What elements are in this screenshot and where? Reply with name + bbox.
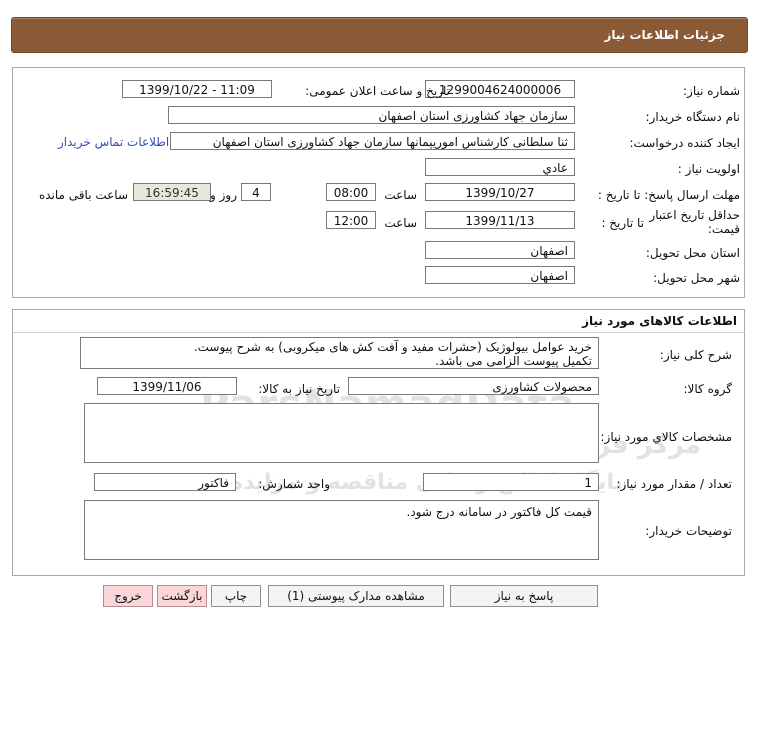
price-validity-label: حداقل تاریخ اعتبار قیمت: bbox=[649, 208, 740, 236]
delivery-city-label: شهر محل تحویل: bbox=[653, 271, 740, 285]
back-button[interactable]: بازگشت bbox=[157, 585, 207, 607]
reply-deadline-time-label: ساعت bbox=[384, 188, 417, 202]
need-date-label: تاریخ نیاز به کالا: bbox=[258, 382, 340, 396]
buyer-contact-link[interactable]: اطلاعات تماس خریدار bbox=[58, 135, 169, 149]
requester-field[interactable]: ثنا سلطانی کارشناس اموریپمانها سازمان جه… bbox=[170, 132, 575, 150]
buyer-org-label: نام دستگاه خریدار: bbox=[645, 110, 741, 124]
announce-datetime-label: تاریخ و ساعت اعلان عمومی: bbox=[305, 84, 450, 98]
description-line-2: تکمیل پیوست الزامی می باشد. bbox=[435, 354, 592, 368]
goods-section-header: اطلاعات کالاهای مورد نیاز bbox=[12, 309, 745, 333]
buyer-org-field[interactable]: سازمان جهاد کشاورزی استان اصفهان bbox=[168, 106, 575, 124]
price-validity-date-label: تا تاریخ : bbox=[601, 216, 644, 230]
reply-deadline-label: مهلت ارسال پاسخ: تا تاریخ : bbox=[597, 188, 740, 202]
view-attachments-button[interactable]: مشاهده مدارک پیوستی (1) bbox=[268, 585, 444, 607]
title-bar: جزئیات اطلاعات نیاز bbox=[11, 17, 748, 53]
remaining-time-label: ساعت باقی مانده bbox=[38, 188, 128, 202]
unit-field[interactable]: فاکتور bbox=[94, 473, 236, 491]
buyer-notes-label: توضیحات خریدار: bbox=[645, 524, 732, 538]
exit-button[interactable]: خروج bbox=[103, 585, 153, 607]
reply-deadline-date-field[interactable]: 1399/10/27 bbox=[425, 183, 575, 201]
goods-group-label: گروه کالا: bbox=[683, 382, 733, 396]
delivery-city-field[interactable]: اصفهان bbox=[425, 266, 575, 284]
remaining-days-label: روز و bbox=[210, 188, 237, 202]
reply-deadline-time-field[interactable]: 08:00 bbox=[326, 183, 376, 201]
price-validity-date-field[interactable]: 1399/11/13 bbox=[425, 211, 575, 229]
specs-label: مشخصات کالاي مورد نیاز: bbox=[600, 430, 732, 444]
remaining-days-field[interactable]: 4 bbox=[241, 183, 271, 201]
need-number-label: شماره نیاز: bbox=[683, 84, 740, 98]
price-validity-time-label: ساعت bbox=[384, 216, 417, 230]
requester-label: ایجاد کننده درخواست: bbox=[629, 136, 740, 150]
delivery-province-field[interactable]: اصفهان bbox=[425, 241, 575, 259]
description-field[interactable]: خرید عوامل بیولوژیک (حشرات مفید و آفت کش… bbox=[80, 337, 599, 369]
price-validity-time-field[interactable]: 12:00 bbox=[326, 211, 376, 229]
goods-group-field[interactable]: محصولات کشاورزی bbox=[348, 377, 599, 395]
goods-section-title: اطلاعات کالاهای مورد نیاز bbox=[582, 314, 737, 328]
announce-datetime-field[interactable]: 1399/10/22 - 11:09 bbox=[122, 80, 272, 98]
need-info-panel bbox=[12, 67, 745, 298]
priority-label: اولویت نیاز : bbox=[677, 162, 740, 176]
remaining-time-field: 16:59:45 bbox=[133, 183, 211, 201]
unit-label: واحد شمارش: bbox=[258, 477, 330, 491]
description-line-1: خرید عوامل بیولوژیک (حشرات مفید و آفت کش… bbox=[193, 340, 592, 354]
quantity-label: تعداد / مقدار مورد نیاز: bbox=[616, 477, 732, 491]
reply-button[interactable]: پاسخ به نیاز bbox=[450, 585, 598, 607]
specs-field[interactable] bbox=[84, 403, 599, 463]
delivery-province-label: استان محل تحویل: bbox=[645, 246, 740, 260]
description-label: شرح کلی نیاز: bbox=[659, 348, 732, 362]
buyer-notes-field[interactable]: قیمت کل فاکتور در سامانه درج شود. bbox=[84, 500, 599, 560]
print-button[interactable]: چاپ bbox=[211, 585, 261, 607]
quantity-field[interactable]: 1 bbox=[423, 473, 599, 491]
priority-field[interactable]: عادي bbox=[425, 158, 575, 176]
need-date-field[interactable]: 1399/11/06 bbox=[97, 377, 237, 395]
page-title: جزئیات اطلاعات نیاز bbox=[604, 28, 725, 42]
